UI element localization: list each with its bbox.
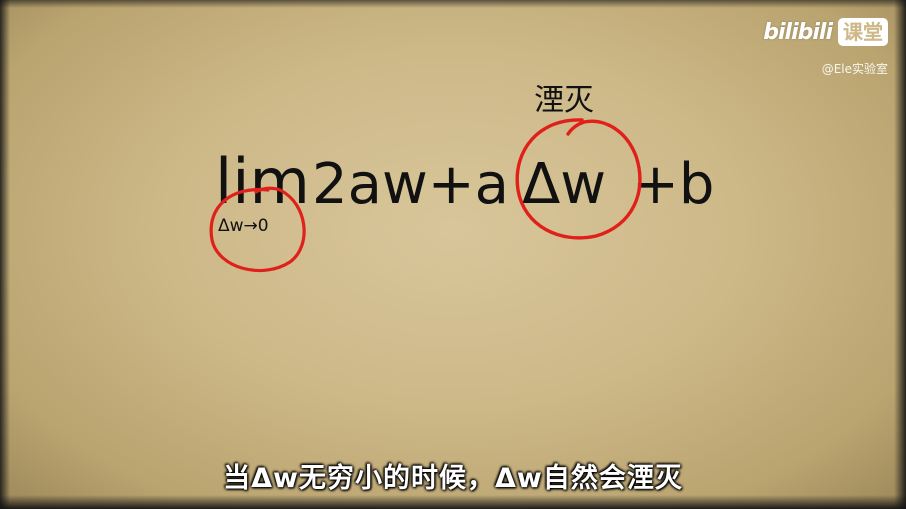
delta-w-term: Δw [522,152,606,217]
limit-condition: Δw→0 [218,216,269,236]
lim-symbol: lim [215,145,310,218]
formula-terms: 2aw+a [312,152,509,217]
handwritten-formula: 湮灭 lim 2aw+a Δw +b Δw→0 [209,83,714,273]
subtitle-caption: 当Δw无穷小的时候，Δw自然会湮灭 [223,463,683,494]
annihilate-annotation: 湮灭 [534,83,594,118]
video-frame: bilibili 课堂 @Ele实验室 湮灭 lim 2aw+a Δw +b Δ… [0,0,906,509]
formula-tail: +b [632,152,714,217]
